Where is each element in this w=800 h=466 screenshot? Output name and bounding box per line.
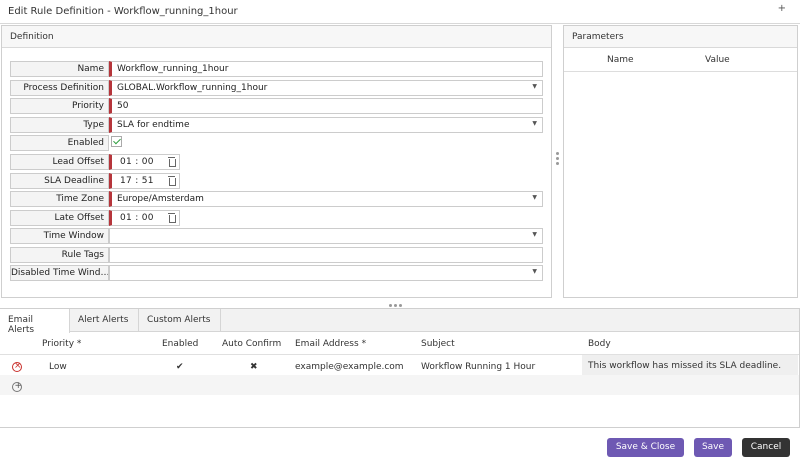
dialog-title: Edit Rule Definition - Workflow_running_… <box>8 6 238 17</box>
chevron-down-icon: ▼ <box>532 231 537 238</box>
time-zone-value: Europe/Amsterdam <box>117 194 204 204</box>
disabled-time-window-select[interactable]: ▼ <box>109 265 543 281</box>
parameters-col-value[interactable]: Value <box>705 55 730 65</box>
trash-icon[interactable] <box>168 212 176 223</box>
late-offset-value: 01 : 00 <box>120 213 154 223</box>
dialog-titlebar: Edit Rule Definition - Workflow_running_… <box>0 0 800 24</box>
required-marker: * <box>76 339 82 349</box>
alerts-grid-header: Priority * Enabled Auto Confirm Email Ad… <box>0 332 799 355</box>
col-email-label: Email Address <box>295 339 359 349</box>
trash-icon[interactable] <box>168 156 176 167</box>
tab-alert-alerts[interactable]: Alert Alerts <box>70 309 139 332</box>
col-body[interactable]: Body <box>588 339 611 349</box>
parameters-table-header: Name Value <box>564 48 797 72</box>
row-email[interactable]: example@example.com <box>295 362 404 372</box>
chevron-down-icon: ▼ <box>532 194 537 201</box>
save-close-button[interactable]: Save & Close <box>607 438 684 457</box>
col-auto-confirm[interactable]: Auto Confirm <box>222 339 281 349</box>
time-zone-select[interactable]: Europe/Amsterdam ▼ <box>109 191 543 207</box>
process-definition-select[interactable]: GLOBAL.Workflow_running_1hour ▼ <box>109 80 543 96</box>
rule-tags-input[interactable] <box>109 247 543 263</box>
row-body[interactable]: This workflow has missed its SLA deadlin… <box>582 355 798 375</box>
enabled-check-icon[interactable]: ✔ <box>176 362 184 372</box>
required-marker: * <box>361 339 367 349</box>
remove-row-icon[interactable] <box>12 361 22 372</box>
late-offset-label: Late Offset <box>10 210 109 226</box>
lead-offset-input[interactable]: 01 : 00 <box>109 154 180 170</box>
horizontal-splitter-handle[interactable] <box>389 300 411 307</box>
time-window-select[interactable]: ▼ <box>109 228 543 244</box>
time-zone-label: Time Zone <box>10 191 109 207</box>
late-offset-input[interactable]: 01 : 00 <box>109 210 180 226</box>
chevron-down-icon: ▼ <box>532 83 537 90</box>
cancel-button[interactable]: Cancel <box>742 438 790 457</box>
lead-offset-value: 01 : 00 <box>120 157 154 167</box>
process-definition-label: Process Definition <box>10 80 109 96</box>
add-row-icon[interactable] <box>12 381 22 392</box>
definition-panel: Definition Name Workflow_running_1hour P… <box>1 25 552 298</box>
rule-tags-label: Rule Tags <box>10 247 109 263</box>
col-enabled[interactable]: Enabled <box>162 339 198 349</box>
chevron-down-icon: ▼ <box>532 120 537 127</box>
tab-custom-alerts[interactable]: Custom Alerts <box>139 309 221 332</box>
definition-header: Definition <box>2 26 551 48</box>
vertical-splitter-handle[interactable] <box>554 152 560 170</box>
add-row <box>0 375 799 395</box>
parameters-header: Parameters <box>564 26 797 48</box>
row-subject[interactable]: Workflow Running 1 Hour <box>421 362 535 372</box>
lead-offset-label: Lead Offset <box>10 154 109 170</box>
type-select[interactable]: SLA for endtime ▼ <box>109 117 543 133</box>
chevron-down-icon: ▼ <box>532 268 537 275</box>
type-label: Type <box>10 117 109 133</box>
sla-deadline-input[interactable]: 17 : 51 <box>109 173 180 189</box>
name-input[interactable]: Workflow_running_1hour <box>109 61 543 77</box>
trash-icon[interactable] <box>168 175 176 186</box>
enabled-checkbox[interactable] <box>111 136 122 147</box>
disabled-time-window-label: Disabled Time Wind… <box>10 265 109 281</box>
parameters-panel: Parameters Name Value <box>563 25 798 298</box>
col-priority-label: Priority <box>42 339 75 349</box>
tab-email-alerts[interactable]: Email Alerts <box>0 309 70 335</box>
alerts-tabs: Email Alerts Alert Alerts Custom Alerts <box>0 309 799 335</box>
alerts-panel: Email Alerts Alert Alerts Custom Alerts … <box>0 308 800 428</box>
enabled-label: Enabled <box>10 135 109 151</box>
time-window-label: Time Window <box>10 228 109 244</box>
name-label: Name <box>10 61 109 77</box>
priority-label: Priority <box>10 98 109 114</box>
process-definition-value: GLOBAL.Workflow_running_1hour <box>117 83 268 93</box>
parameters-col-name[interactable]: Name <box>607 55 634 65</box>
sla-deadline-value: 17 : 51 <box>120 176 154 186</box>
sla-deadline-label: SLA Deadline <box>10 173 109 189</box>
col-priority[interactable]: Priority * <box>42 339 81 349</box>
expand-icon[interactable]: + <box>778 3 786 14</box>
col-subject[interactable]: Subject <box>421 339 455 349</box>
priority-input[interactable]: 50 <box>109 98 543 114</box>
auto-confirm-x-icon[interactable]: ✖ <box>250 362 258 372</box>
row-priority[interactable]: Low <box>49 362 67 372</box>
col-email-address[interactable]: Email Address * <box>295 339 366 349</box>
table-row[interactable]: Low ✔ ✖ example@example.com Workflow Run… <box>0 355 799 375</box>
type-value: SLA for endtime <box>117 120 190 130</box>
save-button[interactable]: Save <box>694 438 732 457</box>
